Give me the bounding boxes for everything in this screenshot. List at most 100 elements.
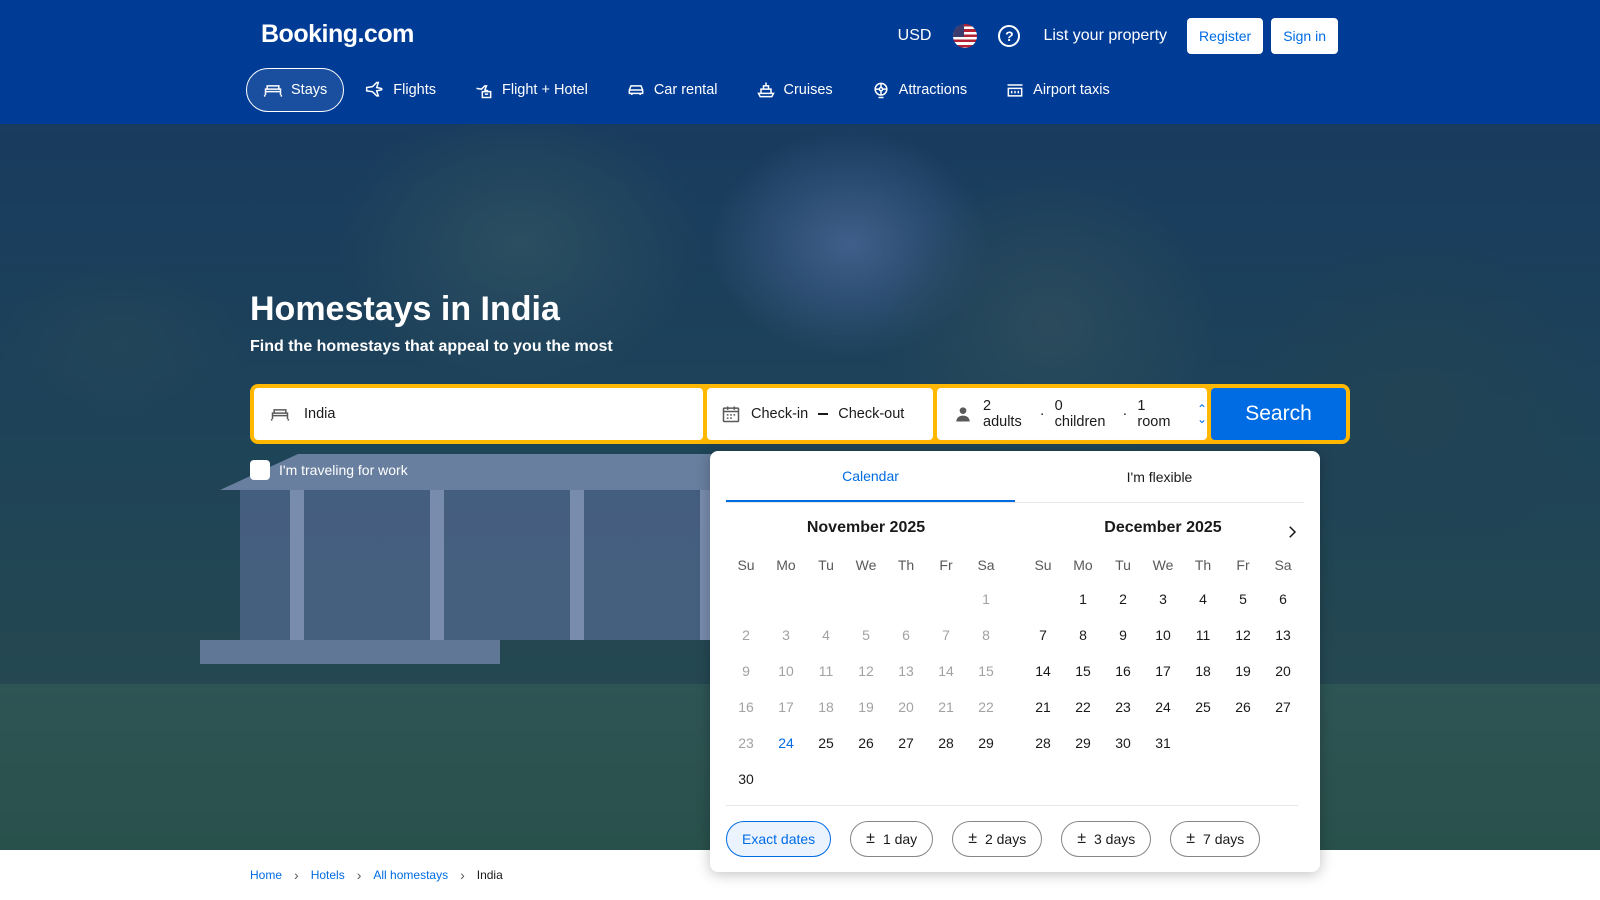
- calendar-day[interactable]: 2: [1103, 581, 1143, 617]
- nav-flight-hotel[interactable]: Flight + Hotel: [457, 68, 605, 112]
- date-dash: [818, 413, 829, 415]
- calendar-day[interactable]: 24: [766, 725, 806, 761]
- calendar-day[interactable]: 15: [1063, 653, 1103, 689]
- nav-attractions[interactable]: Attractions: [854, 68, 985, 112]
- ship-icon: [756, 80, 776, 100]
- work-travel-toggle[interactable]: I'm traveling for work: [250, 460, 408, 480]
- calendar-day[interactable]: 8: [1063, 617, 1103, 653]
- language-button[interactable]: [943, 18, 987, 54]
- header-actions: USD ? List your property Register Sign i…: [886, 18, 1338, 54]
- calendar-day[interactable]: 11: [1183, 617, 1223, 653]
- calendar-day[interactable]: 9: [1103, 617, 1143, 653]
- calendar-day[interactable]: 16: [1103, 653, 1143, 689]
- calendar-day: 14: [938, 663, 954, 679]
- nav-airport-taxis[interactable]: Airport taxis: [988, 68, 1127, 112]
- calendar-day[interactable]: 12: [1223, 617, 1263, 653]
- breadcrumb-home[interactable]: Home: [250, 868, 282, 882]
- calendar-day[interactable]: 26: [846, 725, 886, 761]
- weekday-label: Mo: [776, 557, 796, 573]
- calendar-day[interactable]: 7: [1023, 617, 1063, 653]
- calendar-day[interactable]: 29: [1063, 725, 1103, 761]
- calendar-day[interactable]: 24: [1143, 689, 1183, 725]
- chip-label: 1 day: [882, 831, 918, 847]
- nav-label: Flights: [393, 82, 436, 98]
- breadcrumb-all-homestays[interactable]: All homestays: [373, 868, 448, 882]
- calendar-day[interactable]: 25: [806, 725, 846, 761]
- calendar-day[interactable]: 21: [1023, 689, 1063, 725]
- calendar-day[interactable]: 29: [966, 725, 1006, 761]
- plus-minus-icon: ±: [968, 830, 977, 847]
- calendar-day[interactable]: 17: [1143, 653, 1183, 689]
- month-title: December 2025: [1104, 519, 1222, 536]
- chip-plus-minus-3-days[interactable]: ± 3 days: [1061, 821, 1152, 857]
- calendar-day[interactable]: 19: [1223, 653, 1263, 689]
- chip-plus-minus-2-days[interactable]: ± 2 days: [952, 821, 1043, 857]
- calendar-day[interactable]: 5: [1223, 581, 1263, 617]
- calendar-day[interactable]: 31: [1143, 725, 1183, 761]
- calendar-day[interactable]: 26: [1223, 689, 1263, 725]
- sign-in-button[interactable]: Sign in: [1271, 18, 1338, 54]
- next-month-button[interactable]: [1282, 522, 1302, 542]
- taxi-icon: [1005, 80, 1025, 100]
- booking-logo[interactable]: Booking.com: [261, 20, 414, 49]
- calendar-day[interactable]: 27: [1263, 689, 1303, 725]
- chevron-right-icon: ›: [356, 867, 362, 883]
- checkin-label: Check-in: [751, 406, 809, 422]
- search-button[interactable]: Search: [1211, 388, 1346, 440]
- destination-input[interactable]: India: [254, 388, 703, 440]
- calendar-day[interactable]: 18: [1183, 653, 1223, 689]
- calendar-day[interactable]: 30: [1103, 725, 1143, 761]
- person-icon: [953, 404, 973, 424]
- calendar-day[interactable]: 14: [1023, 653, 1063, 689]
- nav-label: Car rental: [653, 82, 718, 98]
- calendar-day[interactable]: 28: [926, 725, 966, 761]
- weekday-label: Fr: [939, 557, 953, 573]
- calendar-day: 15: [978, 663, 994, 679]
- chip-exact-dates[interactable]: Exact dates: [726, 821, 832, 857]
- chip-plus-minus-7-days[interactable]: ± 7 days: [1170, 821, 1261, 857]
- plus-minus-icon: ±: [866, 830, 875, 847]
- plane-icon: [365, 80, 385, 100]
- calendar-day[interactable]: 25: [1183, 689, 1223, 725]
- currency-button[interactable]: USD: [886, 27, 944, 45]
- chip-plus-minus-1-day[interactable]: ± 1 day: [850, 821, 934, 857]
- help-button[interactable]: ?: [987, 18, 1031, 54]
- chevron-right-icon: [1289, 526, 1297, 538]
- nav-flights[interactable]: Flights: [348, 68, 453, 112]
- breadcrumb-hotels[interactable]: Hotels: [311, 868, 345, 882]
- bed-icon: [263, 80, 283, 100]
- plus-minus-icon: ±: [1186, 830, 1196, 847]
- calendar-day[interactable]: 28: [1023, 725, 1063, 761]
- list-property-link[interactable]: List your property: [1031, 27, 1179, 45]
- calendar-day[interactable]: 3: [1143, 581, 1183, 617]
- month-november: November 2025 Su Mo Tu We Th Fr Sa 1 2 3 4 5 6 7 8 9 10 1…: [726, 519, 1006, 797]
- calendar-day[interactable]: 4: [1183, 581, 1223, 617]
- calendar-day[interactable]: 10: [1143, 617, 1183, 653]
- tab-flexible[interactable]: I'm flexible: [1015, 451, 1304, 502]
- calendar-day: 5: [862, 627, 870, 643]
- nav-stays[interactable]: Stays: [246, 68, 345, 112]
- weekday-label: We: [1152, 557, 1174, 573]
- month-title: November 2025: [806, 519, 926, 536]
- calendar-day[interactable]: 6: [1263, 581, 1303, 617]
- calendar-day: 6: [902, 627, 910, 643]
- work-checkbox[interactable]: [250, 460, 270, 480]
- plus-minus-icon: ±: [1077, 830, 1086, 847]
- calendar-day: 16: [738, 699, 754, 715]
- calendar-day[interactable]: 13: [1263, 617, 1303, 653]
- calendar-day[interactable]: 23: [1103, 689, 1143, 725]
- tab-calendar[interactable]: Calendar: [726, 451, 1015, 502]
- work-label: I'm traveling for work: [279, 462, 408, 478]
- calendar-day[interactable]: 20: [1263, 653, 1303, 689]
- occupancy-field[interactable]: 2 adults · 0 children · 1 room ⌃ ⌄: [937, 388, 1207, 440]
- nav-cruises[interactable]: Cruises: [739, 68, 850, 112]
- calendar-day[interactable]: 27: [886, 725, 926, 761]
- calendar-day[interactable]: 22: [1063, 689, 1103, 725]
- nav-car-rental[interactable]: Car rental: [609, 68, 735, 112]
- calendar-day[interactable]: 1: [1063, 581, 1103, 617]
- register-button[interactable]: Register: [1187, 18, 1264, 54]
- date-picker-field[interactable]: Check-in Check-out: [707, 388, 933, 440]
- calendar-popover: Calendar I'm flexible November 2025 Su Mo…: [710, 451, 1320, 872]
- calendar-day[interactable]: 30: [726, 761, 766, 797]
- rooms-value: 1 room: [1137, 398, 1171, 430]
